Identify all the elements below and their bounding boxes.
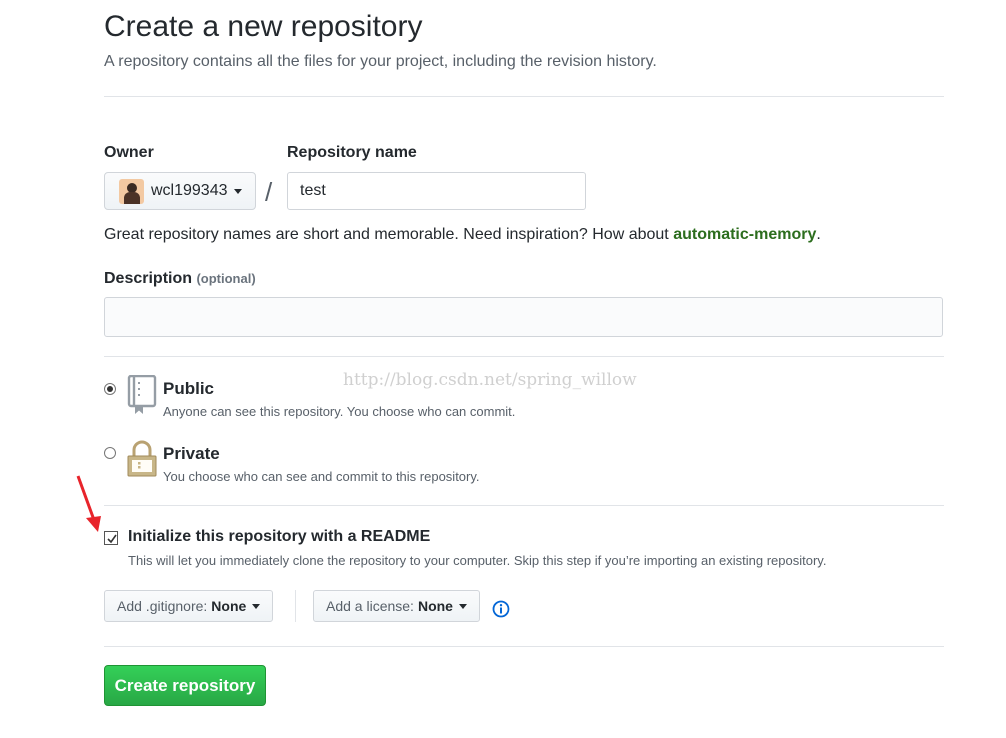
repo-book-icon xyxy=(126,374,158,420)
select-divider xyxy=(295,590,296,622)
private-option-note: You choose who can see and commit to thi… xyxy=(163,469,480,484)
public-option-title: Public xyxy=(163,379,215,398)
lock-icon xyxy=(126,440,158,483)
gitignore-label: Add .gitignore: xyxy=(117,598,208,614)
gitignore-select[interactable]: Add .gitignore: None xyxy=(104,590,274,622)
owner-dropdown[interactable]: wcl199343 xyxy=(104,172,256,210)
check-icon xyxy=(107,534,117,544)
description-label: Description (optional) xyxy=(104,270,256,288)
owner-label: Owner xyxy=(104,144,154,161)
private-option-title: Private xyxy=(163,444,220,463)
readme-label[interactable]: Initialize this repository with a README xyxy=(128,528,430,546)
license-value: None xyxy=(417,598,453,614)
chevron-down-icon xyxy=(233,188,242,194)
optional-tag: (optional) xyxy=(196,271,256,286)
info-icon[interactable] xyxy=(492,600,510,623)
gitignore-value: None xyxy=(211,598,247,614)
suggested-name-link[interactable]: automatic-memory xyxy=(673,226,816,243)
public-radio[interactable] xyxy=(104,383,116,395)
owner-repo-separator: / xyxy=(265,177,273,207)
description-input[interactable] xyxy=(104,297,943,337)
private-radio[interactable] xyxy=(104,447,116,459)
readme-checkbox[interactable] xyxy=(104,531,118,545)
owner-avatar xyxy=(119,178,144,204)
public-option-note: Anyone can see this repository. You choo… xyxy=(163,404,516,419)
license-label: Add a license: xyxy=(326,598,414,614)
description-divider xyxy=(104,356,944,357)
page-subtitle: A repository contains all the files for … xyxy=(104,53,657,70)
hint-suffix: . xyxy=(816,226,821,243)
owner-name: wcl199343 xyxy=(151,182,228,199)
readme-note: This will let you immediately clone the … xyxy=(128,553,827,568)
visibility-divider xyxy=(104,505,944,506)
license-select[interactable]: Add a license: None xyxy=(313,590,480,622)
hint-text: Great repository names are short and mem… xyxy=(104,226,674,243)
watermark: http://blog.csdn.net/spring_willow xyxy=(343,370,637,390)
chevron-down-icon xyxy=(458,603,467,609)
red-arrow-icon xyxy=(74,474,104,539)
chevron-down-icon xyxy=(252,603,261,609)
repository-name-hint: Great repository names are short and mem… xyxy=(104,226,821,244)
options-divider xyxy=(104,646,944,647)
description-label-text: Description xyxy=(104,270,193,287)
repo-name-label: Repository name xyxy=(287,144,417,161)
header-divider xyxy=(104,96,944,97)
create-repository-button[interactable]: Create repository xyxy=(104,665,266,706)
page-title: Create a new repository xyxy=(104,10,423,43)
repository-name-input[interactable] xyxy=(287,172,586,210)
